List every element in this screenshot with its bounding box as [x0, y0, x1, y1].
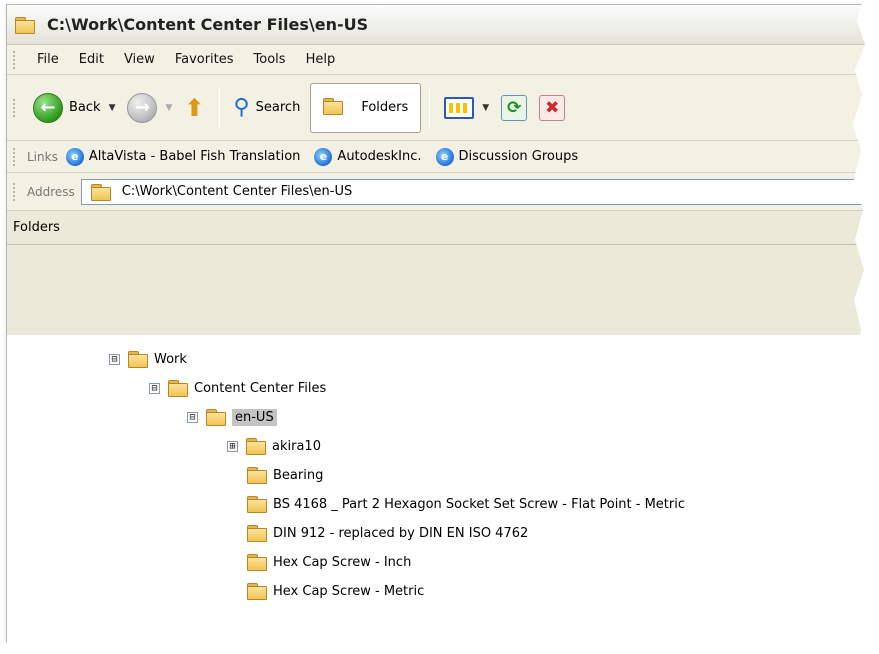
folders-button[interactable]: Folders	[310, 82, 422, 133]
forward-dropdown-icon[interactable]: ▼	[165, 103, 172, 113]
back-arrow-icon: ←	[33, 92, 63, 123]
menu-view[interactable]: View	[114, 52, 165, 67]
folder-icon	[247, 554, 267, 571]
delete-icon: ✖	[539, 94, 566, 121]
search-icon: ⚲	[233, 95, 250, 120]
toolbar-grip[interactable]	[13, 98, 17, 117]
views-dropdown-icon[interactable]: ▼	[482, 103, 489, 113]
open-folder-icon	[206, 409, 226, 426]
tree-item-work[interactable]: ⊟ Work	[109, 347, 187, 371]
folder-icon	[246, 438, 266, 455]
links-grip[interactable]	[13, 147, 17, 166]
views-icon	[444, 96, 475, 119]
title-bar: C:\Work\Content Center Files\en-US	[7, 5, 865, 45]
search-button[interactable]: ⚲ Search	[228, 84, 307, 132]
tree-item-label: Bearing	[273, 467, 324, 483]
refresh-button[interactable]: ⟳	[495, 84, 533, 132]
folders-pane-title: Folders	[13, 220, 60, 235]
menu-favorites[interactable]: Favorites	[165, 52, 244, 67]
toolbar-separator	[218, 87, 220, 128]
delete-button[interactable]: ✖	[533, 84, 571, 132]
tree-item-content-center-files[interactable]: ⊟ Content Center Files	[149, 376, 326, 400]
menu-grip[interactable]	[13, 50, 17, 69]
menu-edit[interactable]: Edit	[69, 52, 114, 67]
address-value: C:\Work\Content Center Files\en-US	[121, 184, 353, 199]
collapse-icon[interactable]: ⊟	[187, 411, 198, 423]
tree-item-hex-cap-screw-inch[interactable]: Hex Cap Screw - Inch	[247, 550, 411, 574]
tree-item-label: Work	[154, 351, 187, 367]
link-label: Discussion Groups	[458, 149, 579, 164]
address-input[interactable]: C:\Work\Content Center Files\en-US	[80, 178, 865, 205]
link-discussion-groups[interactable]: e Discussion Groups	[435, 147, 579, 166]
tree-item-en-us[interactable]: ⊟ en-US	[187, 405, 277, 429]
toolbar-separator	[429, 87, 431, 128]
ie-icon: e	[314, 147, 333, 166]
forward-arrow-icon: →	[127, 92, 158, 123]
back-dropdown-icon[interactable]: ▼	[109, 103, 116, 113]
collapse-icon[interactable]: ⊟	[109, 353, 120, 365]
torn-edge-bottom	[0, 606, 879, 654]
tree-item-label: Content Center Files	[194, 380, 327, 396]
refresh-icon: ⟳	[501, 94, 528, 121]
link-autodesk[interactable]: e AutodeskInc.	[314, 147, 422, 166]
menu-bar: File Edit View Favorites Tools Help	[7, 45, 865, 75]
folder-icon	[247, 467, 267, 484]
folder-icon	[168, 380, 188, 397]
link-label: AutodeskInc.	[337, 149, 422, 164]
back-label: Back	[69, 100, 101, 115]
tree-item-label: DIN 912 - replaced by DIN EN ISO 4762	[273, 525, 529, 541]
tree-item-bearing[interactable]: Bearing	[247, 463, 323, 487]
back-button[interactable]: ← Back ▼	[27, 84, 121, 132]
folder-window-icon	[15, 16, 35, 34]
torn-edge-right	[853, 0, 879, 654]
tree-item-din912[interactable]: DIN 912 - replaced by DIN EN ISO 4762	[247, 521, 528, 545]
tree-item-label: akira10	[272, 438, 321, 454]
folders-pane-header: Folders	[7, 211, 865, 245]
up-folder-button[interactable]: ⬆	[178, 84, 210, 132]
tree-item-bs4168[interactable]: BS 4168 _ Part 2 Hexagon Socket Set Scre…	[247, 492, 685, 516]
folder-icon	[247, 496, 267, 513]
folders-icon	[323, 97, 349, 118]
address-label: Address	[27, 184, 75, 199]
folders-label: Folders	[361, 100, 409, 115]
tree-item-label: BS 4168 _ Part 2 Hexagon Socket Set Scre…	[273, 496, 686, 512]
expand-icon[interactable]: ⊞	[227, 440, 238, 452]
forward-button[interactable]: → ▼	[121, 84, 178, 132]
menu-help[interactable]: Help	[296, 52, 346, 67]
links-label: Links	[27, 149, 58, 164]
explorer-window: C:\Work\Content Center Files\en-US File …	[6, 4, 866, 646]
links-bar: Links e AltaVista - Babel Fish Translati…	[7, 141, 865, 173]
up-folder-icon: ⬆	[184, 93, 205, 122]
address-bar: Address C:\Work\Content Center Files\en-…	[7, 173, 865, 211]
link-label: AltaVista - Babel Fish Translation	[88, 149, 301, 164]
ie-icon: e	[435, 147, 454, 166]
tree-item-label: en-US	[232, 408, 277, 426]
tree-item-akira10[interactable]: ⊞ akira10	[227, 434, 321, 458]
folder-icon	[90, 183, 111, 201]
link-altavista[interactable]: e AltaVista - Babel Fish Translation	[65, 147, 301, 166]
collapse-icon[interactable]: ⊟	[149, 382, 160, 394]
folder-icon	[247, 525, 267, 542]
window-title: C:\Work\Content Center Files\en-US	[47, 15, 369, 34]
menu-tools[interactable]: Tools	[244, 52, 296, 67]
search-label: Search	[255, 100, 301, 115]
tree-item-label: Hex Cap Screw - Inch	[273, 554, 412, 570]
ie-icon: e	[65, 147, 84, 166]
views-button[interactable]: ▼	[438, 84, 495, 132]
folder-icon	[128, 351, 148, 368]
standard-toolbar: ← Back ▼ → ▼ ⬆ ⚲ Search Folders ▼ ⟳ ✖	[7, 75, 865, 141]
address-grip[interactable]	[13, 182, 17, 201]
menu-file[interactable]: File	[27, 52, 69, 67]
